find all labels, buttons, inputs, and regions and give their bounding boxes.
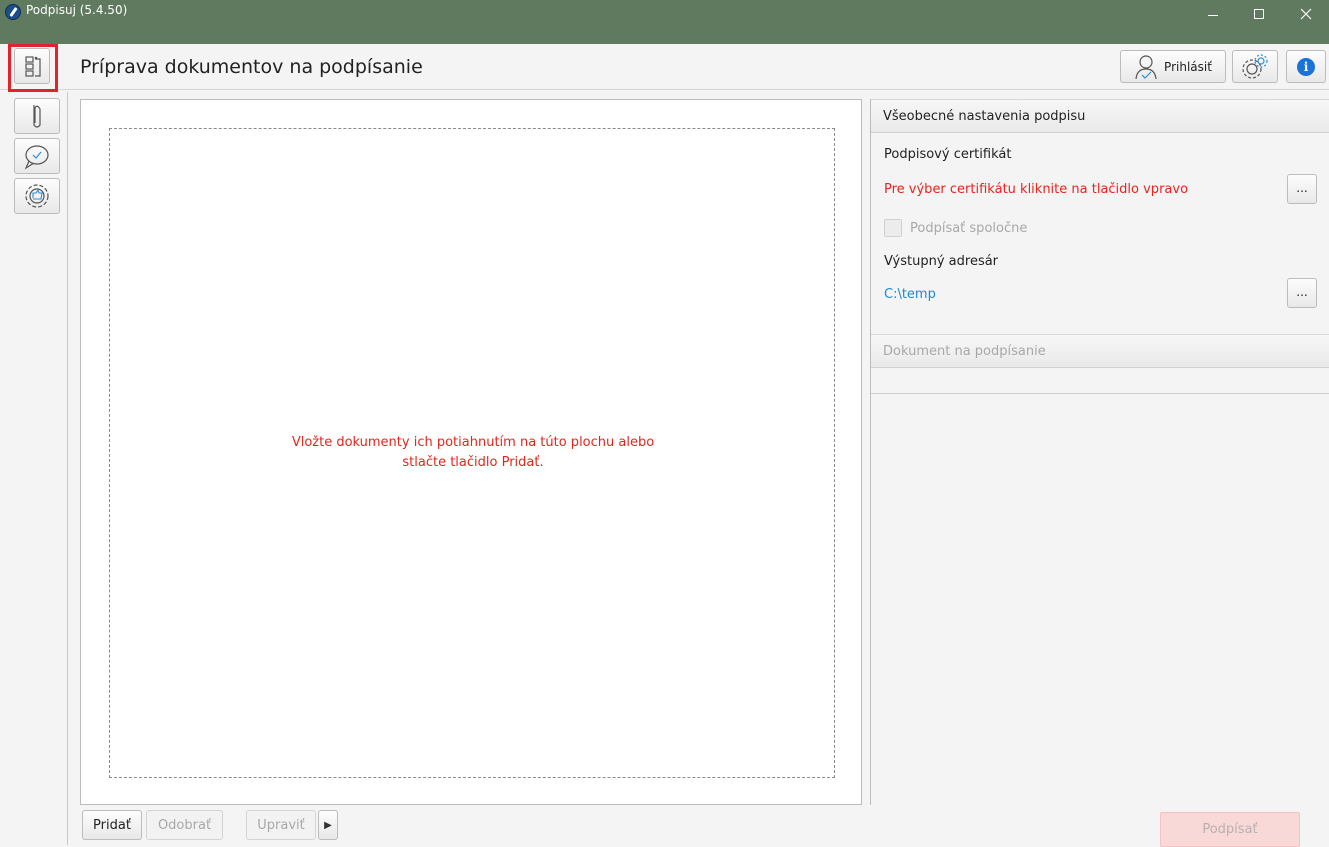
document-drop-panel[interactable]: Vložte dokumenty ich potiahnutím na túto…: [80, 99, 862, 805]
login-button[interactable]: Prihlásiť: [1120, 50, 1226, 83]
drop-zone-message: Vložte dokumenty ich potiahnutím na túto…: [110, 433, 836, 473]
close-button[interactable]: [1283, 0, 1329, 28]
play-arrow-icon: ▶: [324, 819, 332, 831]
signature-settings-icon: [25, 184, 49, 208]
panel-toggle-button[interactable]: [14, 48, 50, 84]
remove-button[interactable]: Odobrať: [146, 810, 223, 840]
window-title: Podpisuj (5.4.50): [26, 3, 128, 17]
user-icon: [1135, 54, 1157, 79]
sign-button[interactable]: Podpísať: [1160, 812, 1300, 847]
general-settings-header[interactable]: Všeobecné nastavenia podpisu: [871, 99, 1329, 133]
output-dir-value: C:\temp: [884, 287, 936, 302]
edit-menu-arrow-button[interactable]: ▶: [318, 810, 338, 840]
certificate-hint: Pre výber certifikátu kliknite na tlačid…: [884, 182, 1189, 197]
drop-message-line2: stlačte tlačidlo Pridať.: [402, 455, 544, 470]
signature-settings-button[interactable]: [14, 178, 60, 214]
title-bar: Podpisuj (5.4.50): [0, 0, 1329, 44]
settings-panel: Všeobecné nastavenia podpisu Podpisový c…: [870, 99, 1329, 805]
info-button[interactable]: i: [1286, 50, 1326, 83]
attachment-button[interactable]: [14, 98, 60, 134]
page-title: Príprava dokumentov na podpísanie: [80, 56, 423, 78]
document-section-header[interactable]: Dokument na podpísanie: [871, 334, 1329, 368]
bottom-action-bar: Pridať Odobrať Upraviť ▶ Podpísať: [80, 810, 1329, 847]
settings-button[interactable]: [1232, 50, 1278, 83]
maximize-button[interactable]: [1236, 0, 1282, 28]
left-sidebar: [8, 92, 68, 845]
minimize-icon: [1208, 14, 1218, 16]
paperclip-icon: [33, 105, 41, 128]
minimize-button[interactable]: [1190, 0, 1236, 28]
co-sign-label: Podpísať spoločne: [910, 220, 1028, 236]
add-button[interactable]: Pridať: [82, 810, 142, 840]
gear-icon: [1242, 53, 1268, 79]
edit-button[interactable]: Upraviť: [246, 810, 316, 840]
select-output-dir-button[interactable]: ...: [1287, 278, 1317, 308]
login-label: Prihlásiť: [1164, 59, 1212, 74]
panel-toggle-icon: [25, 56, 41, 77]
document-section-content: [871, 368, 1329, 394]
header-toolbar: Príprava dokumentov na podpísanie Prihlá…: [0, 44, 1329, 90]
chat-bubble-icon: [24, 145, 49, 170]
co-sign-row[interactable]: Podpísať spoločne: [884, 219, 1027, 237]
maximize-icon: [1254, 9, 1264, 19]
feather-logo-icon: [5, 4, 21, 20]
output-dir-label: Výstupný adresár: [884, 254, 999, 269]
drop-message-line1: Vložte dokumenty ich potiahnutím na túto…: [291, 435, 655, 450]
certificate-label: Podpisový certifikát: [884, 147, 1012, 162]
co-sign-checkbox[interactable]: [884, 219, 902, 237]
drop-zone[interactable]: Vložte dokumenty ich potiahnutím na túto…: [109, 128, 835, 778]
comment-button[interactable]: [14, 138, 60, 174]
select-certificate-button[interactable]: ...: [1287, 174, 1317, 204]
close-icon: [1300, 8, 1312, 20]
info-icon: i: [1297, 57, 1315, 76]
